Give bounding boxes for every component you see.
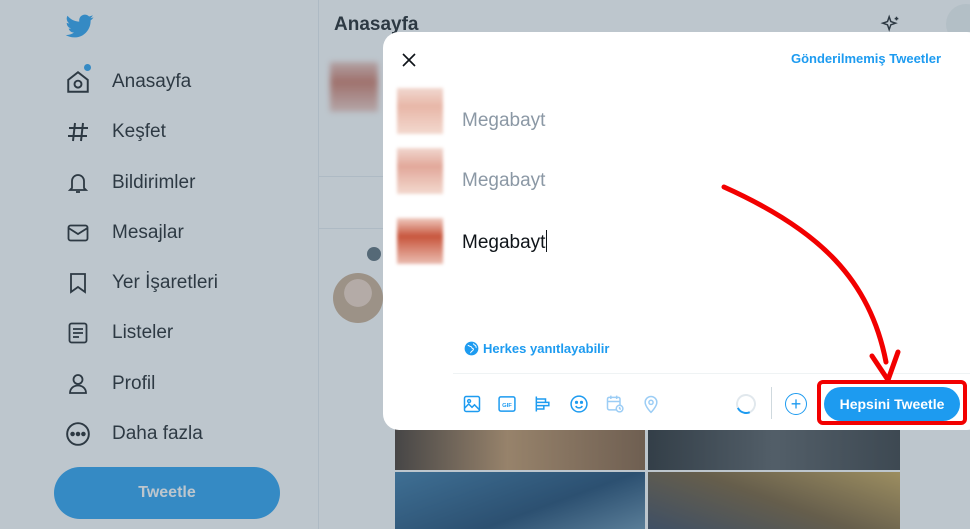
add-emoji-button[interactable]	[568, 393, 590, 415]
unsent-tweets-link[interactable]: Gönderilmemiş Tweetler	[791, 51, 941, 66]
image-icon	[463, 395, 481, 413]
compose-thread-dialog: Gönderilmemiş Tweetler Megabayt Megabayt…	[383, 32, 970, 430]
avatar	[397, 218, 443, 264]
add-location-button[interactable]	[640, 393, 662, 415]
gif-icon: GIF	[498, 396, 516, 412]
reply-setting-button[interactable]: Herkes yanıtlayabilir	[464, 341, 609, 356]
add-tweet-button[interactable]: +	[785, 393, 807, 415]
emoji-icon	[570, 395, 588, 413]
avatar	[397, 88, 443, 134]
location-icon	[644, 395, 658, 414]
schedule-icon	[606, 395, 624, 413]
thread-tweet-text[interactable]: Megabayt	[462, 110, 545, 132]
svg-text:GIF: GIF	[502, 403, 512, 409]
close-icon	[402, 53, 416, 67]
annotation-highlight-box	[817, 380, 967, 425]
avatar	[397, 148, 443, 194]
add-poll-button[interactable]	[532, 393, 554, 415]
globe-icon	[464, 341, 479, 356]
add-gif-button[interactable]: GIF	[496, 393, 518, 415]
divider	[453, 373, 970, 374]
thread-tweet-text-active[interactable]: Megabayt	[462, 230, 548, 254]
add-image-button[interactable]	[461, 393, 483, 415]
thread-tweet-text[interactable]: Megabayt	[462, 170, 545, 192]
schedule-button[interactable]	[604, 393, 626, 415]
poll-icon	[535, 396, 550, 412]
close-button[interactable]	[397, 48, 421, 72]
divider	[771, 387, 772, 419]
character-count-ring	[733, 391, 759, 417]
text-caret	[546, 230, 548, 252]
plus-icon: +	[790, 394, 802, 414]
